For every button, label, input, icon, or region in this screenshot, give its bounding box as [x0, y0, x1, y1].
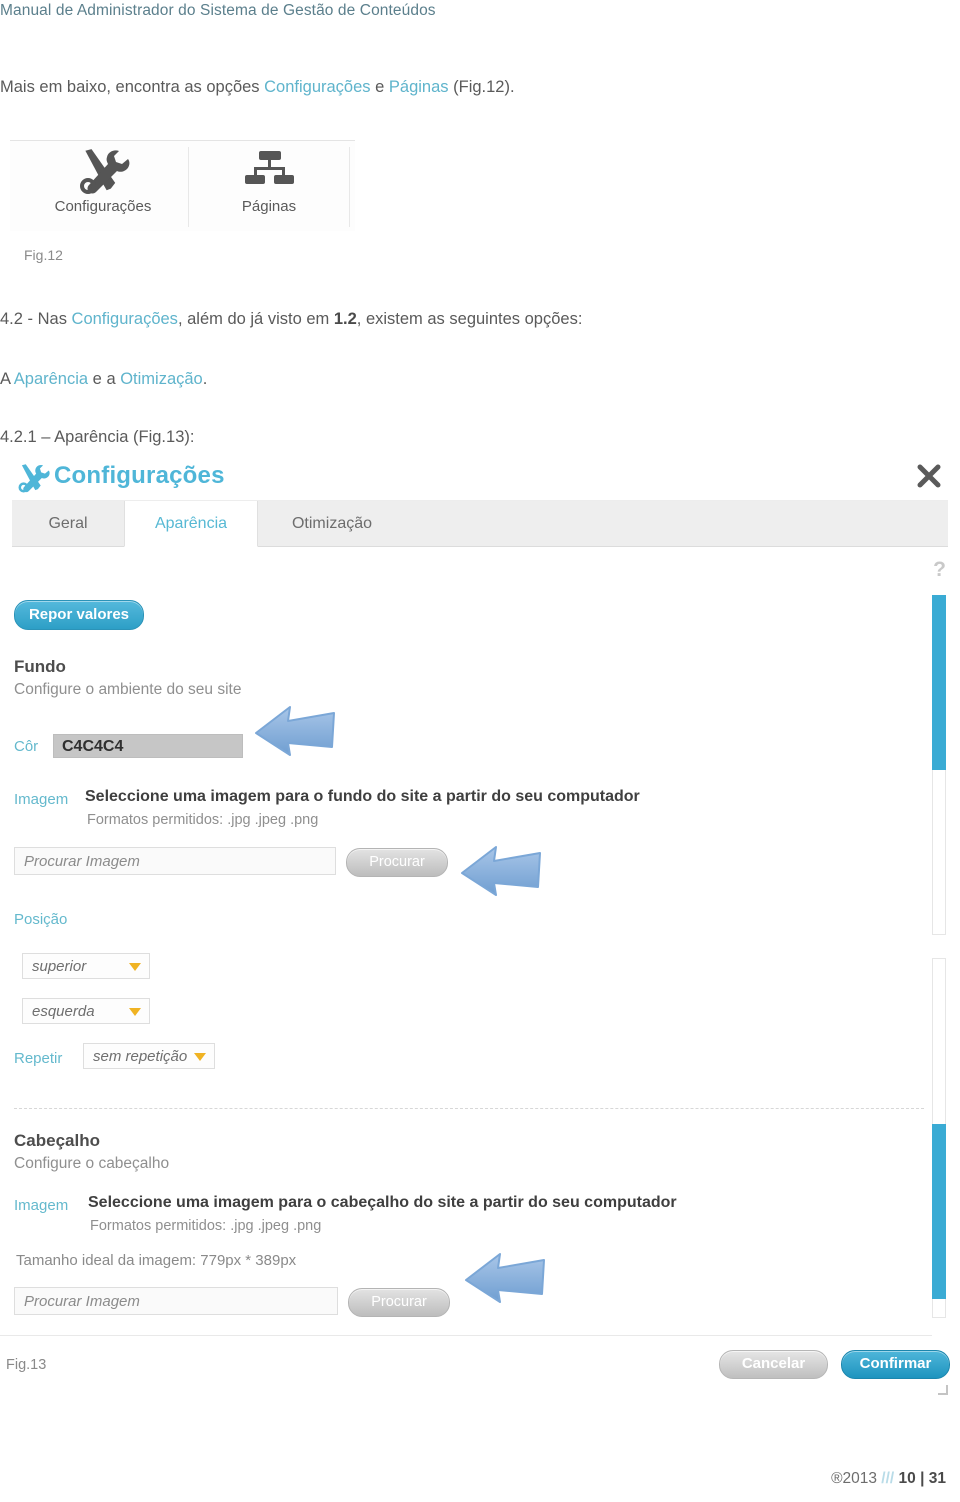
dialog-footer-divider — [0, 1335, 932, 1336]
intro-link-configuracoes[interactable]: Configurações — [264, 78, 370, 96]
close-icon[interactable] — [914, 461, 944, 491]
page-root: Manual de Administrador do Sistema de Ge… — [0, 0, 960, 1502]
fig12-label: Fig.12 — [24, 247, 63, 263]
intro-paragraph: Mais em baixo, encontra as opções Config… — [0, 78, 515, 97]
intro-link-paginas[interactable]: Páginas — [389, 78, 449, 96]
intro-text-a: Mais em baixo, encontra as opções — [0, 78, 265, 96]
section-42-line2-mid: e a — [88, 370, 121, 388]
intro-text-b: e — [370, 78, 389, 96]
fig12-item-configuracoes[interactable]: Configurações — [18, 147, 189, 227]
cancelar-button[interactable]: Cancelar — [719, 1350, 828, 1379]
chevron-down-icon — [129, 963, 141, 971]
dialog-tabbar: Geral Aparência Otimização — [12, 500, 948, 547]
repor-valores-button[interactable]: Repor valores — [14, 600, 144, 630]
dialog-title: Configurações — [54, 462, 225, 489]
confirmar-button[interactable]: Confirmar — [841, 1350, 950, 1379]
section-42-link-otimizacao[interactable]: Otimização — [120, 370, 203, 388]
annotation-arrow-cabecalho-procurar — [462, 1250, 548, 1311]
sitemap-icon — [189, 147, 349, 195]
fundo-imagem-label: Imagem — [14, 791, 69, 808]
cabecalho-imagem-headline: Seleccione uma imagem para o cabeçalho d… — [88, 1194, 677, 1211]
tab-otimizacao[interactable]: Otimização — [256, 501, 408, 546]
fundo-section-title: Fundo — [14, 657, 66, 676]
page-footer: ®2013 /// 10 | 31 — [831, 1470, 946, 1488]
cabecalho-section-title: Cabeçalho — [14, 1131, 100, 1150]
fig13-label: Fig.13 — [6, 1357, 47, 1373]
section-divider — [14, 1108, 924, 1109]
posicao-horizontal-value: esquerda — [32, 1003, 95, 1020]
footer-divider: | — [920, 1470, 925, 1487]
section-42-link-configuracoes[interactable]: Configurações — [72, 310, 178, 328]
footer-total-pages: 31 — [928, 1470, 946, 1487]
intro-text-c: (Fig.12). — [448, 78, 515, 96]
tab-geral[interactable]: Geral — [12, 501, 124, 546]
tools-icon — [16, 461, 50, 495]
cabecalho-file-input[interactable]: Procurar Imagem — [14, 1287, 338, 1315]
cabecalho-ideal-size: Tamanho ideal da imagem: 779px * 389px — [16, 1252, 297, 1269]
fundo-procurar-button[interactable]: Procurar — [346, 848, 448, 877]
cabecalho-procurar-button[interactable]: Procurar — [348, 1288, 450, 1317]
cor-input[interactable]: C4C4C4 — [53, 734, 243, 758]
fundo-file-input[interactable]: Procurar Imagem — [14, 847, 336, 875]
repetir-select[interactable]: sem repetição — [83, 1043, 215, 1069]
tools-icon — [18, 147, 188, 195]
annotation-arrow-fundo-procurar — [458, 843, 544, 904]
section-42-line2-prefix: A — [0, 370, 14, 388]
cabecalho-section-subtitle: Configure o cabeçalho — [14, 1155, 170, 1172]
footer-copyright: ®2013 — [831, 1470, 877, 1487]
scrollbar-thumb-upper[interactable] — [932, 595, 946, 770]
chevron-down-icon — [194, 1053, 206, 1061]
scrollbar-thumb-lower[interactable] — [932, 1124, 946, 1299]
section-42-bold-ref: 1.2 — [333, 310, 357, 328]
repetir-label: Repetir — [14, 1050, 63, 1067]
repetir-value: sem repetição — [93, 1048, 188, 1065]
cor-label: Côr — [14, 738, 39, 755]
help-question-icon[interactable]: ? — [933, 558, 946, 582]
fig12-caption-configuracoes: Configurações — [54, 198, 152, 215]
section-42-mid: , além do já visto em — [177, 310, 334, 328]
chevron-down-icon — [129, 1008, 141, 1016]
posicao-vertical-select[interactable]: superior — [22, 953, 150, 979]
section-42-link-aparencia[interactable]: Aparência — [14, 370, 88, 388]
configuracoes-dialog: Configurações Geral Aparência Otimização… — [0, 455, 960, 1395]
section-42-prefix: 4.2 - Nas — [0, 310, 72, 328]
scrollbar-track-upper[interactable] — [932, 595, 946, 935]
cabecalho-imagem-label: Imagem — [14, 1197, 69, 1214]
fundo-imagem-formats: Formatos permitidos: .jpg .jpeg .png — [87, 812, 319, 828]
fig12-item-paginas[interactable]: Páginas — [189, 147, 350, 227]
section-42-line1: 4.2 - Nas Configurações, além do já vist… — [0, 310, 582, 329]
section-42-line2-suffix: . — [202, 370, 208, 388]
annotation-arrow-cor — [252, 703, 338, 764]
posicao-label: Posição — [14, 911, 68, 928]
fig12-figure: Configurações Páginas — [10, 140, 355, 231]
footer-separator: /// — [881, 1470, 895, 1487]
cabecalho-imagem-formats: Formatos permitidos: .jpg .jpeg .png — [90, 1218, 322, 1234]
section-42-suffix: , existem as seguintes opções: — [356, 310, 583, 328]
scrollbar-track-lower[interactable] — [932, 958, 946, 1318]
dialog-titlebar: Configurações — [0, 455, 960, 500]
fundo-imagem-headline: Seleccione uma imagem para o fundo do si… — [85, 788, 640, 805]
fig12-caption-paginas: Páginas — [241, 198, 297, 215]
resize-grip[interactable] — [938, 1385, 948, 1395]
tab-aparencia[interactable]: Aparência — [124, 501, 258, 547]
fundo-section-subtitle: Configure o ambiente do seu site — [14, 681, 242, 698]
posicao-vertical-value: superior — [32, 958, 87, 975]
running-header: Manual de Administrador do Sistema de Ge… — [0, 2, 436, 19]
footer-page-number: 10 — [898, 1470, 916, 1487]
section-421-heading: 4.2.1 – Aparência (Fig.13): — [0, 428, 195, 446]
posicao-horizontal-select[interactable]: esquerda — [22, 998, 150, 1024]
section-42-line2: A Aparência e a Otimização. — [0, 370, 207, 389]
